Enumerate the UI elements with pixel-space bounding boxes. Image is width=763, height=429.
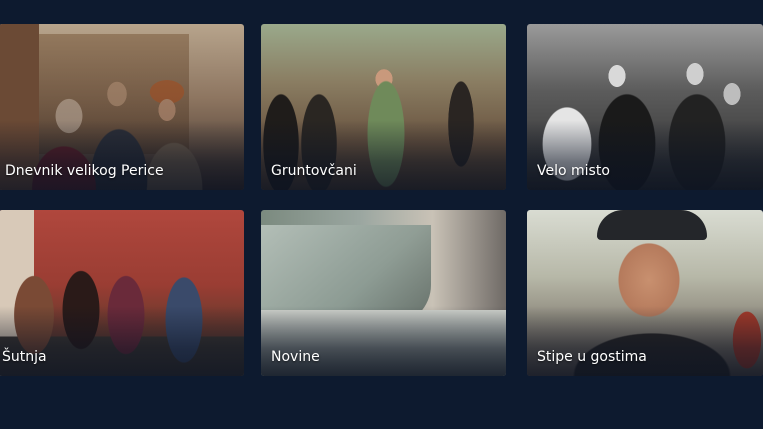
show-title: Gruntovčani [271,163,357,179]
show-title: Novine [271,349,320,365]
show-card-dnevnik-velikog-perice[interactable]: Dnevnik velikog Perice [0,24,244,190]
show-grid: Dnevnik velikog Perice Gruntovčani Velo … [0,0,763,429]
show-card-velo-misto[interactable]: Velo misto [527,24,763,190]
show-card-gruntovcani[interactable]: Gruntovčani [261,24,506,190]
show-title: Šutnja [2,349,47,365]
show-card-stipe-u-gostima[interactable]: Stipe u gostima [527,210,763,376]
show-card-sutnja[interactable]: Šutnja [0,210,244,376]
show-title: Stipe u gostima [537,349,647,365]
show-card-novine[interactable]: Novine [261,210,506,376]
show-title: Dnevnik velikog Perice [5,163,164,179]
show-title: Velo misto [537,163,610,179]
